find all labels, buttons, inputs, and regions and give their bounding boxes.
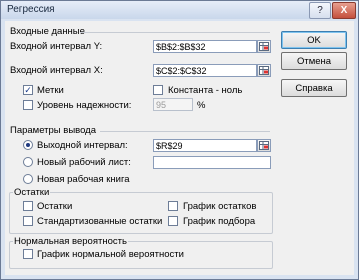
- confidence-input[interactable]: 95: [153, 98, 193, 111]
- new-sheet-label: Новый рабочий лист:: [37, 157, 131, 168]
- help-title-button[interactable]: ?: [309, 2, 331, 19]
- x-range-collapse-button[interactable]: [257, 64, 271, 77]
- new-sheet-input[interactable]: [153, 156, 271, 169]
- line-fit-plots-checkbox[interactable]: [168, 216, 178, 226]
- output-separator: [100, 131, 270, 132]
- y-range-collapse-button[interactable]: [257, 40, 271, 53]
- x-range-input[interactable]: $C$2:$C$32: [153, 64, 257, 77]
- input-separator: [80, 32, 270, 33]
- output-section-title: Параметры вывода: [10, 125, 96, 136]
- y-range-label: Входной интервал Y:: [10, 41, 103, 52]
- labels-checkbox[interactable]: ✓: [23, 85, 33, 95]
- constant-zero-checkbox[interactable]: [153, 85, 163, 95]
- range-select-icon: [259, 66, 269, 75]
- residuals-checkbox[interactable]: [23, 201, 33, 211]
- dialog-title: Регрессия: [7, 4, 55, 15]
- cancel-button[interactable]: Отмена: [281, 52, 347, 70]
- line-fit-plots-label: График подбора: [183, 216, 256, 227]
- normal-probability-checkbox[interactable]: [23, 249, 33, 259]
- regression-dialog: Регрессия ? X Входные данные Входной инт…: [0, 0, 359, 280]
- output-range-input[interactable]: $R$29: [153, 139, 257, 152]
- normal-probability-label: График нормальной вероятности: [37, 249, 184, 260]
- standardized-residuals-label: Стандартизованные остатки: [37, 216, 163, 227]
- range-select-icon: [259, 141, 269, 150]
- y-range-input[interactable]: $B$2:$B$32: [153, 40, 257, 53]
- dialog-body: Входные данные Входной интервал Y: $B$2:…: [5, 21, 354, 275]
- output-range-label: Выходной интервал:: [37, 140, 128, 151]
- residual-plots-checkbox[interactable]: [168, 201, 178, 211]
- confidence-checkbox[interactable]: [23, 100, 33, 110]
- new-sheet-radio[interactable]: [23, 157, 33, 167]
- residuals-label: Остатки: [37, 201, 73, 212]
- labels-label: Метки: [37, 85, 64, 96]
- percent-sign: %: [197, 100, 206, 111]
- help-button[interactable]: Справка: [281, 79, 347, 97]
- output-range-radio[interactable]: [23, 140, 33, 150]
- residuals-group-title: Остатки: [13, 187, 51, 198]
- normal-probability-group-title: Нормальная вероятность: [13, 236, 128, 247]
- new-workbook-label: Новая рабочая книга: [37, 174, 130, 185]
- standardized-residuals-checkbox[interactable]: [23, 216, 33, 226]
- ok-button[interactable]: OK: [281, 31, 347, 49]
- confidence-label: Уровень надежности:: [37, 100, 132, 111]
- close-button[interactable]: X: [332, 2, 356, 19]
- constant-zero-label: Константа - ноль: [168, 85, 243, 96]
- output-range-collapse-button[interactable]: [257, 139, 271, 152]
- title-bar[interactable]: Регрессия ? X: [1, 1, 358, 19]
- new-workbook-radio[interactable]: [23, 174, 33, 184]
- x-range-label: Входной интервал X:: [10, 65, 103, 76]
- input-section-title: Входные данные: [10, 26, 85, 37]
- range-select-icon: [259, 42, 269, 51]
- residuals-group: [9, 192, 273, 234]
- residual-plots-label: График остатков: [183, 201, 257, 212]
